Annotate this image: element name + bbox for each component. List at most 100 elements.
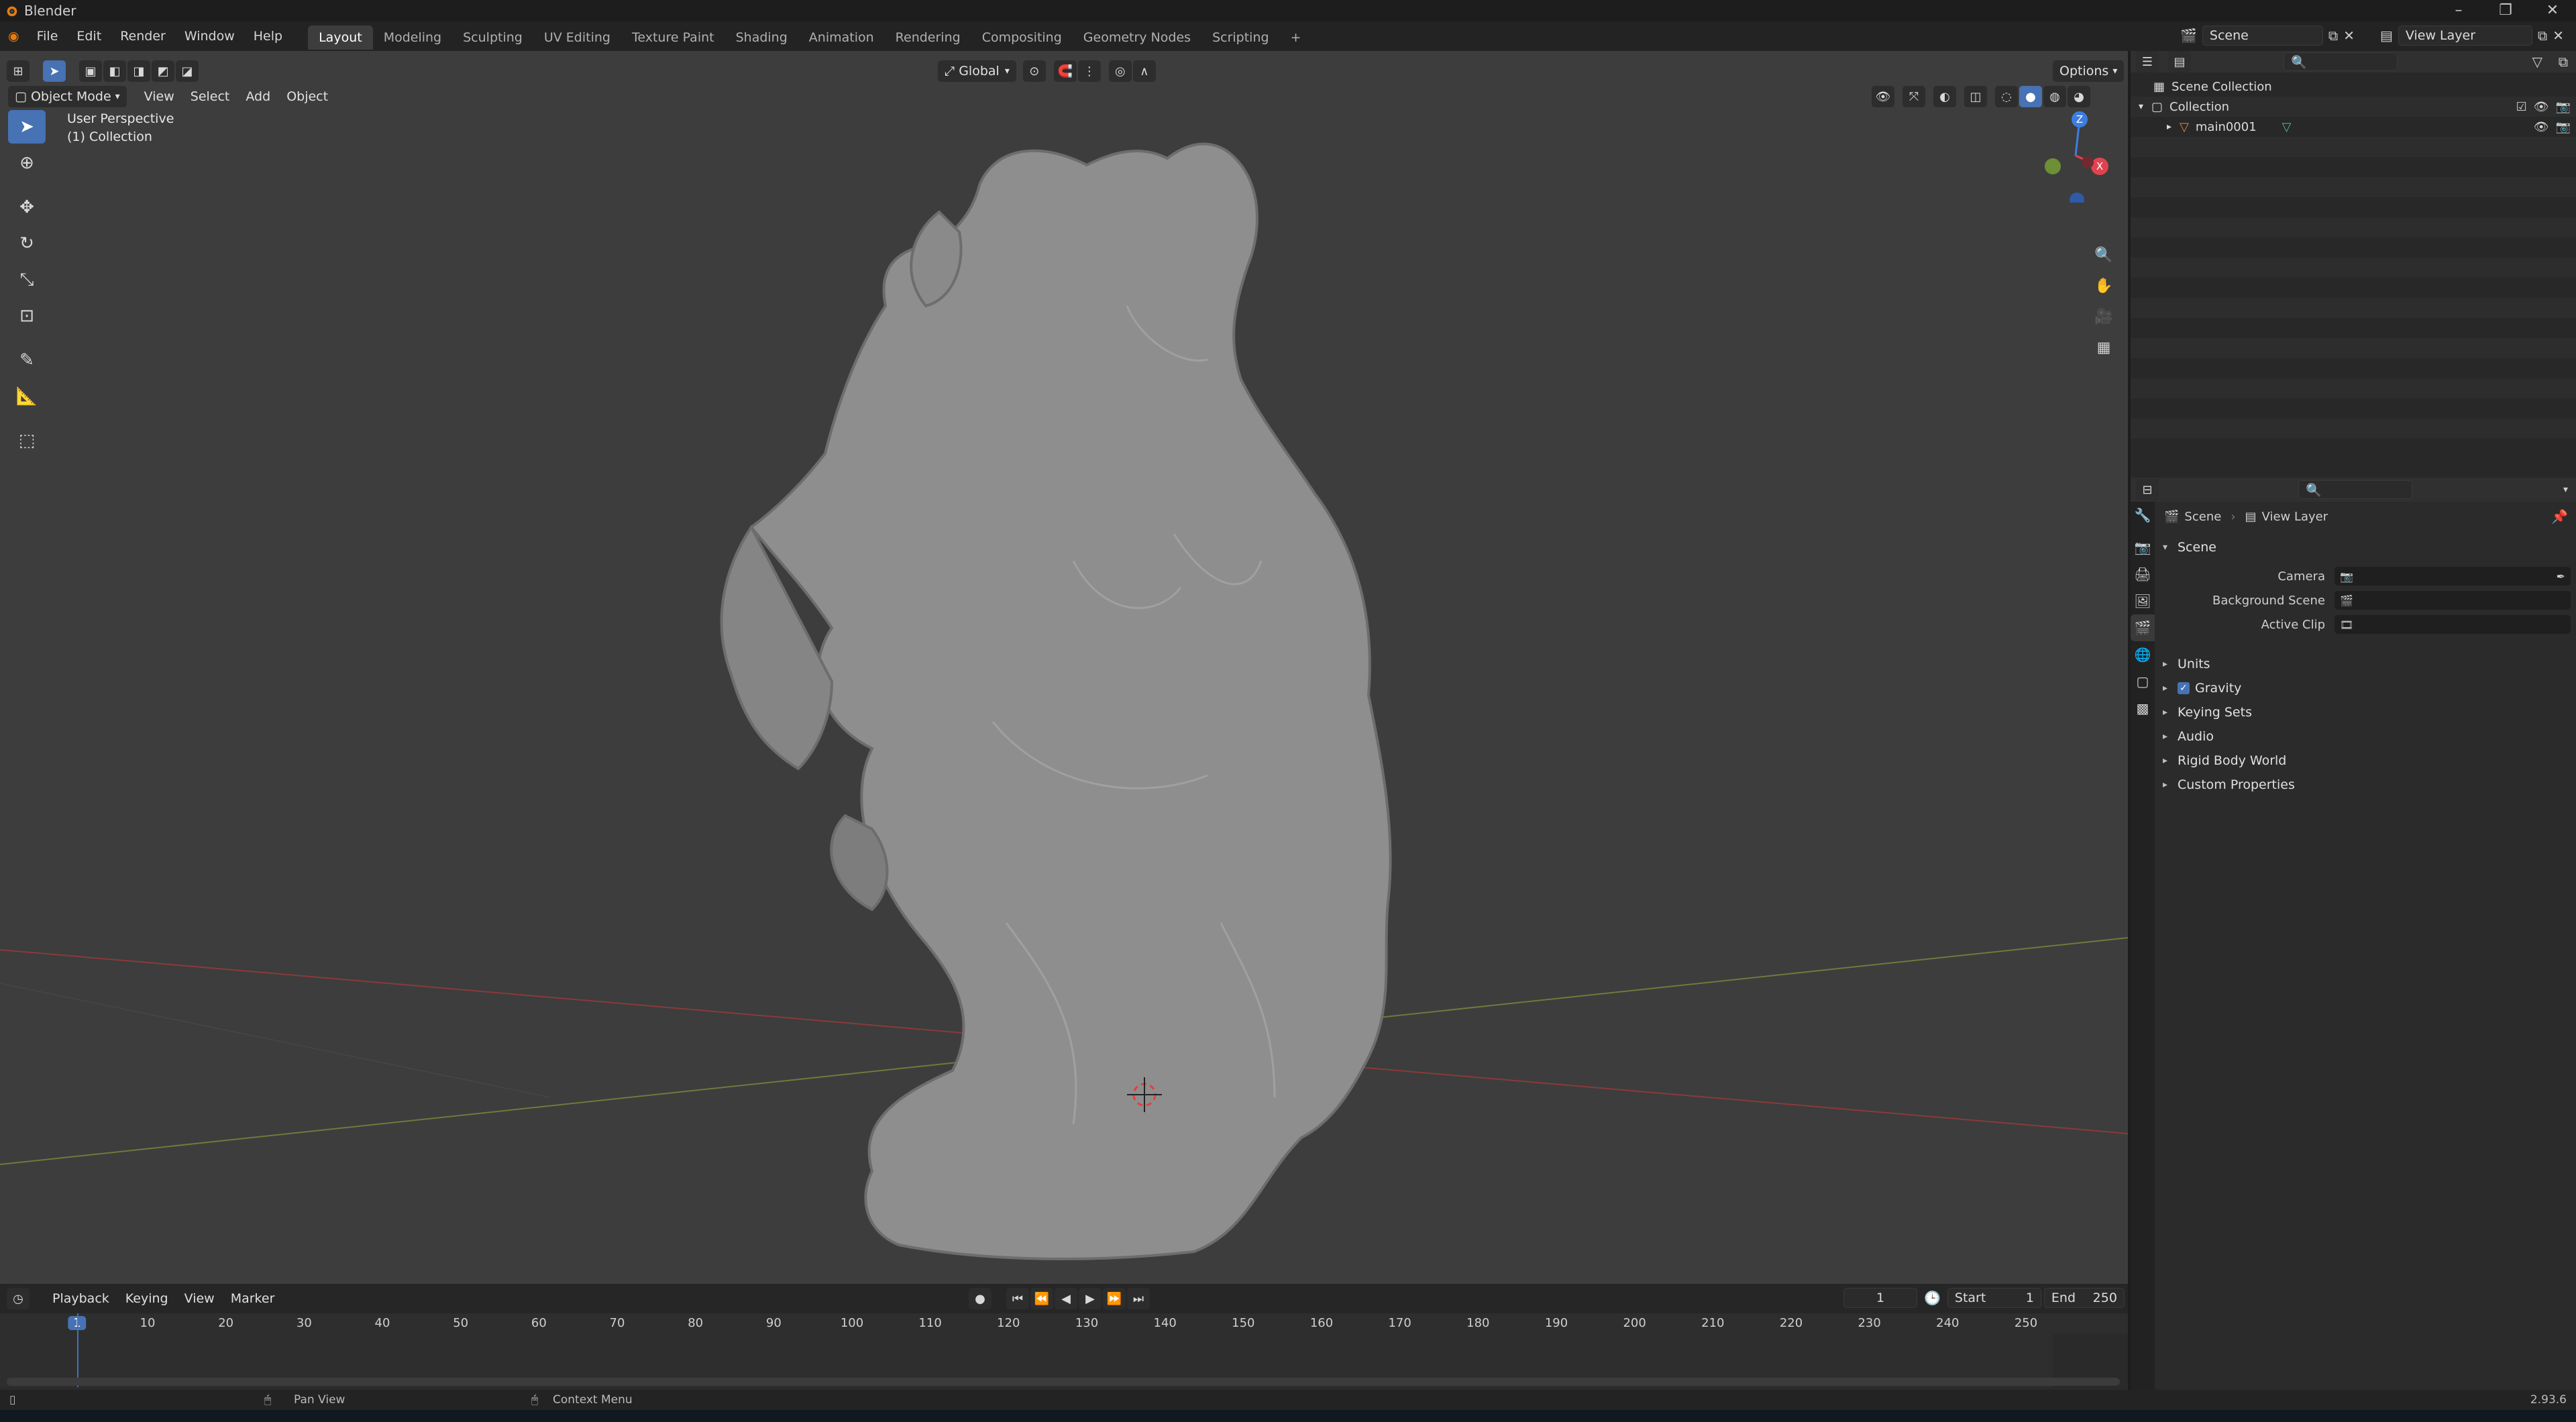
menu-edit[interactable]: Edit bbox=[67, 21, 111, 51]
units-panel-header[interactable]: ▸ Units bbox=[2163, 652, 2571, 676]
measure-tool-icon[interactable]: 📐 bbox=[8, 380, 46, 413]
pan-hand-icon[interactable]: ✋ bbox=[2090, 272, 2117, 299]
end-frame-field[interactable]: End 250 bbox=[2043, 1288, 2125, 1308]
snap-target-icon[interactable]: ⋮ bbox=[1077, 60, 1101, 82]
outliner-row-collection[interactable]: ▾ ▢ Collection ☑ 👁 📷 bbox=[2131, 97, 2576, 117]
record-icon[interactable]: ● bbox=[969, 1288, 991, 1309]
exclude-checkbox-icon[interactable]: ☑ bbox=[2516, 100, 2527, 114]
object-menu[interactable]: Object bbox=[278, 89, 336, 104]
select-mode-new-icon[interactable]: ▣ bbox=[79, 60, 102, 82]
keying-menu[interactable]: Keying bbox=[117, 1291, 176, 1306]
tab-compositing[interactable]: Compositing bbox=[971, 25, 1073, 50]
tab-uv-editing[interactable]: UV Editing bbox=[533, 25, 621, 50]
scene-panel-header[interactable]: ▾ Scene bbox=[2163, 535, 2571, 559]
output-tab-icon[interactable]: 🖨 bbox=[2131, 561, 2155, 588]
close-button[interactable]: ✕ bbox=[2529, 0, 2576, 21]
editor-type-icon[interactable]: ⊞ bbox=[7, 60, 30, 82]
hide-eye-icon[interactable]: 👁 bbox=[2534, 100, 2549, 114]
render-camera-icon[interactable]: 📷 bbox=[2556, 120, 2571, 134]
pivot-point-icon[interactable]: ⊙ bbox=[1022, 60, 1046, 82]
add-menu[interactable]: Add bbox=[237, 89, 278, 104]
delete-scene-icon[interactable]: ✕ bbox=[2343, 28, 2355, 44]
minimize-button[interactable]: – bbox=[2435, 0, 2482, 21]
properties-editor-type-icon[interactable]: ⊟ bbox=[2136, 479, 2159, 500]
gravity-checkbox[interactable]: ✓ bbox=[2178, 682, 2190, 694]
timeline-ruler[interactable]: 1102030405060708090100110120130140150160… bbox=[0, 1313, 2128, 1333]
tab-animation[interactable]: Animation bbox=[798, 25, 885, 50]
snap-icon[interactable]: 🧲 bbox=[1053, 60, 1077, 82]
prev-keyframe-icon[interactable]: ⏪ bbox=[1030, 1288, 1053, 1309]
audio-panel-header[interactable]: ▸ Audio bbox=[2163, 724, 2571, 749]
add-workspace-button[interactable]: + bbox=[1280, 25, 1312, 50]
cursor-tool-icon[interactable]: ⊕ bbox=[8, 146, 46, 180]
view-layer-tab-icon[interactable]: 🖼 bbox=[2131, 588, 2155, 614]
perspective-toggle-icon[interactable]: ▦ bbox=[2090, 334, 2117, 361]
expand-arrow-icon[interactable]: ▸ bbox=[2167, 121, 2171, 132]
new-scene-icon[interactable]: ⧉ bbox=[2328, 28, 2338, 44]
rigid-body-world-panel-header[interactable]: ▸ Rigid Body World bbox=[2163, 749, 2571, 773]
tab-texture-paint[interactable]: Texture Paint bbox=[621, 25, 725, 50]
camera-view-icon[interactable]: 🎥 bbox=[2090, 303, 2117, 330]
filter-icon[interactable]: ▽ bbox=[2532, 54, 2542, 70]
timeline-editor-type-icon[interactable]: ◷ bbox=[7, 1288, 30, 1309]
select-menu[interactable]: Select bbox=[182, 89, 238, 104]
scene-field[interactable]: Scene bbox=[2202, 25, 2323, 46]
pin-icon[interactable]: 📌 bbox=[2551, 508, 2568, 525]
material-shading-icon[interactable]: ◍ bbox=[2043, 86, 2066, 107]
menu-file[interactable]: File bbox=[28, 21, 68, 51]
overlay-toggle-icon[interactable]: ◐ bbox=[1933, 86, 1956, 107]
add-cube-tool-icon[interactable]: ⬚ bbox=[8, 424, 46, 457]
view-menu[interactable]: View bbox=[136, 89, 182, 104]
gizmo-toggle-icon[interactable]: ⤧ bbox=[1902, 86, 1925, 107]
chevron-down-icon[interactable]: ▾ bbox=[2563, 484, 2568, 495]
custom-properties-panel-header[interactable]: ▸ Custom Properties bbox=[2163, 773, 2571, 797]
keying-sets-panel-header[interactable]: ▸ Keying Sets bbox=[2163, 700, 2571, 724]
scene-tab-icon[interactable]: 🎬 bbox=[2131, 614, 2155, 641]
eyedropper-icon[interactable]: ✒ bbox=[2557, 570, 2565, 583]
wireframe-shading-icon[interactable]: ◌ bbox=[1995, 86, 2018, 107]
menu-help[interactable]: Help bbox=[244, 21, 292, 51]
texture-tab-icon[interactable]: ▩ bbox=[2131, 695, 2155, 722]
collection-tab-icon[interactable]: ▢ bbox=[2131, 668, 2155, 695]
3d-viewport[interactable]: ⊞ ➤ ▣ ◧ ◨ ◩ ◪ ⤢ Global ▾ ⊙ 🧲 ⋮ ◎ ∧ Options… bbox=[0, 51, 2128, 1284]
rendered-shading-icon[interactable]: ◕ bbox=[2068, 86, 2090, 107]
jump-start-icon[interactable]: ⏮ bbox=[1006, 1288, 1029, 1309]
view-layer-field[interactable]: View Layer bbox=[2398, 25, 2532, 46]
current-frame-field[interactable]: 1 bbox=[1843, 1288, 1917, 1308]
render-tab-icon[interactable]: 📷 bbox=[2131, 534, 2155, 561]
timeline-scrollbar[interactable] bbox=[7, 1378, 2120, 1386]
falloff-icon[interactable]: ∧ bbox=[1132, 60, 1156, 82]
options-button[interactable]: Options ▾ bbox=[2053, 60, 2125, 82]
solid-shading-icon[interactable]: ● bbox=[2019, 86, 2042, 107]
proportional-edit-icon[interactable]: ◎ bbox=[1108, 60, 1132, 82]
options-dropdown[interactable]: Options ▾ bbox=[2053, 60, 2125, 82]
select-mode-intersect-icon[interactable]: ◪ bbox=[176, 60, 199, 82]
select-tool-icon[interactable]: ➤ bbox=[43, 60, 66, 82]
gravity-panel-header[interactable]: ▸ ✓ Gravity bbox=[2163, 676, 2571, 700]
menu-render[interactable]: Render bbox=[111, 21, 175, 51]
play-reverse-icon[interactable]: ◀ bbox=[1055, 1288, 1077, 1309]
tab-sculpting[interactable]: Sculpting bbox=[452, 25, 533, 50]
mesh-data-icon[interactable]: ▽ bbox=[2282, 120, 2292, 134]
blender-menu-icon[interactable]: ◉ bbox=[0, 21, 28, 51]
tool-settings-tab-icon[interactable]: 🔧 bbox=[2131, 502, 2155, 529]
navigation-gizmo[interactable]: Z X bbox=[2029, 109, 2123, 203]
tab-geometry-nodes[interactable]: Geometry Nodes bbox=[1073, 25, 1201, 50]
new-view-layer-icon[interactable]: ⧉ bbox=[2538, 28, 2547, 44]
background-scene-field[interactable]: 🎬 bbox=[2334, 591, 2571, 610]
maximize-button[interactable]: ❐ bbox=[2482, 0, 2529, 21]
select-mode-invert-icon[interactable]: ◩ bbox=[152, 60, 174, 82]
display-mode-icon[interactable]: ▤ bbox=[2168, 51, 2191, 72]
visibility-icon[interactable]: 👁 bbox=[1872, 86, 1894, 107]
object-mode-dropdown[interactable]: ▢ Object Mode ▾ bbox=[8, 86, 127, 107]
xray-toggle-icon[interactable]: ◫ bbox=[1964, 86, 1987, 107]
select-mode-extend-icon[interactable]: ◧ bbox=[103, 60, 126, 82]
select-box-tool-icon[interactable]: ➤ bbox=[8, 110, 46, 144]
tab-scripting[interactable]: Scripting bbox=[1201, 25, 1280, 50]
timeline-view-menu[interactable]: View bbox=[176, 1291, 223, 1306]
outliner-search-input[interactable]: 🔍 bbox=[2284, 52, 2398, 71]
tab-shading[interactable]: Shading bbox=[725, 25, 798, 50]
rotate-tool-icon[interactable]: ↻ bbox=[8, 227, 46, 260]
properties-search-input[interactable]: 🔍 bbox=[2298, 480, 2412, 499]
outliner-editor-type-icon[interactable]: ☰ bbox=[2136, 51, 2159, 72]
